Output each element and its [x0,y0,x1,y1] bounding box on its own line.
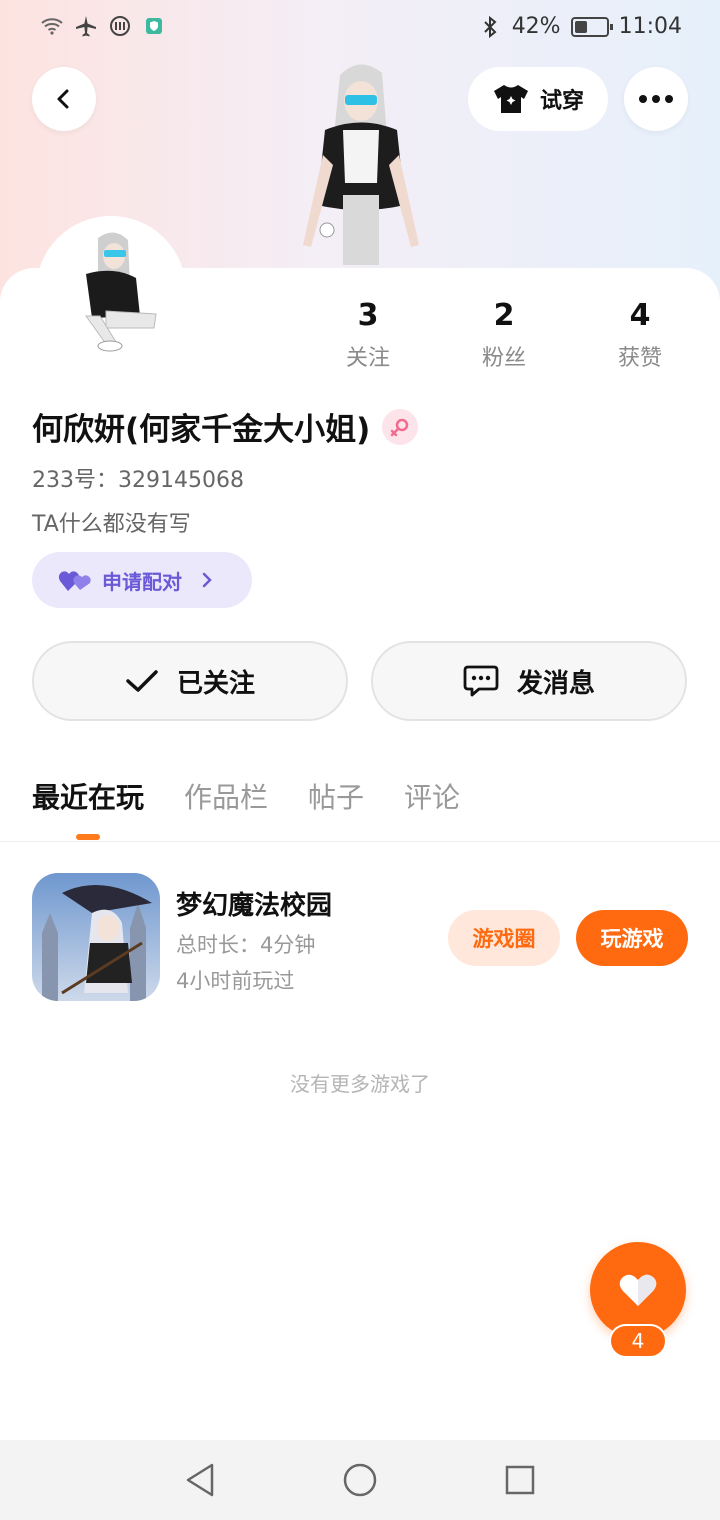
tab-comments[interactable]: 评论 [404,776,460,820]
nav-back-button[interactable] [180,1460,220,1500]
followed-button[interactable]: 已关注 [32,641,348,721]
triangle-back-icon [186,1463,214,1497]
status-bar: 42% 11:04 [0,0,720,56]
user-bio: TA什么都没有写 [32,512,191,537]
stat-value: 3 [357,298,379,333]
heart-icon [619,1274,657,1306]
battery-icon [570,16,613,37]
square-recents-icon [505,1465,535,1495]
try-on-button[interactable]: 试穿 [468,67,608,131]
username: 何欣妍(何家千金大小姐) [32,412,371,448]
game-title: 梦幻魔法校园 [176,891,333,921]
stat-followers[interactable]: 2 粉丝 [436,296,572,372]
profile-tabs: 最近在玩 作品栏 帖子 评论 [32,776,460,840]
data-saver-icon [110,16,130,36]
nav-recents-button[interactable] [500,1460,540,1500]
more-dots-icon [639,95,673,103]
chat-bubble-icon [463,665,499,697]
game-last-played: 4小时前玩过 [176,969,295,993]
stat-label: 关注 [345,346,390,371]
avatar[interactable] [36,216,186,366]
stat-likes[interactable]: 4 获赞 [572,296,708,372]
game-circle-button[interactable]: 游戏圈 [448,910,560,966]
bluetooth-icon [483,15,497,38]
check-icon [126,670,158,692]
play-game-button[interactable]: 玩游戏 [576,910,688,966]
hearts-icon [58,571,91,591]
shield-icon [146,18,162,34]
no-more-games-text: 没有更多游戏了 [290,1072,430,1096]
send-message-label: 发消息 [516,668,595,699]
battery-fill [574,20,588,33]
nav-home-button[interactable] [340,1460,380,1500]
tab-recently-played[interactable]: 最近在玩 [32,776,144,840]
stat-label: 粉丝 [481,346,526,371]
chevron-left-icon [57,89,69,109]
stat-value: 4 [629,298,651,333]
list-item[interactable]: 梦幻魔法校园 总时长：4分钟 4小时前玩过 游戏圈 玩游戏 [32,873,688,1001]
send-message-button[interactable]: 发消息 [371,641,687,721]
tab-works[interactable]: 作品栏 [184,776,268,820]
battery-percent: 42% [511,14,561,39]
stat-value: 2 [493,298,515,333]
chevron-right-icon [202,572,212,588]
profile-stats: 3 关注 2 粉丝 4 获赞 [300,296,720,372]
stat-following[interactable]: 3 关注 [300,296,436,372]
game-icon-image[interactable] [32,873,160,1001]
more-button[interactable] [624,67,688,131]
airplane-icon [76,16,96,37]
followed-label: 已关注 [176,668,255,699]
try-on-label: 试穿 [539,89,584,114]
circle-home-icon [343,1463,377,1497]
back-button[interactable] [32,67,96,131]
pair-request-button[interactable]: 申请配对 [32,552,252,608]
female-icon [382,408,419,445]
tab-posts[interactable]: 帖子 [308,776,364,820]
clock: 11:04 [618,14,682,39]
character-avatar-image[interactable] [285,55,435,270]
tshirt-icon [493,85,528,113]
like-count-badge: 4 [609,1324,667,1358]
game-duration: 总时长：4分钟 [176,933,316,957]
pair-request-label: 申请配对 [102,569,182,594]
wifi-icon [41,18,63,35]
tabs-divider [0,841,720,842]
stat-label: 获赞 [617,346,662,371]
system-nav-bar [0,1440,720,1520]
username-row: 何欣妍(何家千金大小姐) [32,404,419,449]
user-id: 233号：329145068 [32,468,244,493]
